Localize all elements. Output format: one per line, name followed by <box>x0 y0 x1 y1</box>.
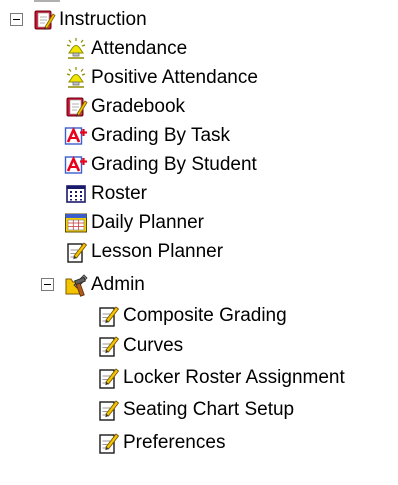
tree-item-locker-roster-assignment[interactable]: Locker Roster Assignment <box>96 363 345 393</box>
tree-item-label: Lesson Planner <box>91 241 224 262</box>
admin-collapse-toggle[interactable] <box>41 278 54 291</box>
tree-item-grading-by-student[interactable]: Grading By Student <box>64 150 257 180</box>
tree-item-label: Preferences <box>123 432 226 453</box>
tree-item-label: Instruction <box>59 9 147 30</box>
notepad-pencil-icon <box>64 240 88 264</box>
gradebook-icon <box>64 95 88 119</box>
tree-item-label: Grading By Task <box>91 125 231 146</box>
roster-table-icon <box>64 182 88 206</box>
gradebook-icon <box>32 8 56 32</box>
tree-item-composite-grading[interactable]: Composite Grading <box>96 301 287 331</box>
notepad-pencil-icon <box>96 304 120 328</box>
tree-item-attendance[interactable]: Attendance <box>64 34 187 64</box>
grade-a-plus-icon <box>64 124 88 148</box>
tree-item-label: Composite Grading <box>123 305 287 326</box>
tree-item-grading-by-task[interactable]: Grading By Task <box>64 121 230 151</box>
notepad-pencil-icon <box>96 366 120 390</box>
tree-item-label: Seating Chart Setup <box>123 399 295 420</box>
tree-item-admin[interactable]: Admin <box>64 270 145 300</box>
tree-item-roster[interactable]: Roster <box>64 179 147 209</box>
attendance-bulb-icon <box>64 66 88 90</box>
grade-a-plus-icon <box>64 153 88 177</box>
tree-item-label: Curves <box>123 335 184 356</box>
tree-item-label: Grading By Student <box>91 154 257 175</box>
tree-item-label: Positive Attendance <box>91 67 258 88</box>
calendar-icon <box>64 211 88 235</box>
tree-item-preferences[interactable]: Preferences <box>96 428 225 458</box>
tree-item-label: Attendance <box>91 38 188 59</box>
tree-item-daily-planner[interactable]: Daily Planner <box>64 208 204 238</box>
tree-item-label: Locker Roster Assignment <box>123 367 345 388</box>
tree-item-gradebook[interactable]: Gradebook <box>64 92 185 122</box>
attendance-bulb-icon <box>64 37 88 61</box>
admin-tools-icon <box>64 273 88 297</box>
instruction-collapse-toggle[interactable] <box>10 13 23 26</box>
notepad-pencil-icon <box>96 398 120 422</box>
notepad-pencil-icon <box>96 334 120 358</box>
tree-item-seating-chart-setup[interactable]: Seating Chart Setup <box>96 395 294 425</box>
tree-item-curves[interactable]: Curves <box>96 331 183 361</box>
tree-item-instruction[interactable]: Instruction <box>32 5 147 35</box>
tree-item-label: Daily Planner <box>91 212 204 233</box>
tree-item-label: Roster <box>91 183 147 204</box>
tree-scroll-edge <box>34 0 60 2</box>
tree-item-lesson-planner[interactable]: Lesson Planner <box>64 237 223 267</box>
notepad-pencil-icon <box>96 431 120 455</box>
tree-item-label: Gradebook <box>91 96 186 117</box>
tree-item-positive-attendance[interactable]: Positive Attendance <box>64 63 258 93</box>
tree-item-label: Admin <box>91 274 145 295</box>
